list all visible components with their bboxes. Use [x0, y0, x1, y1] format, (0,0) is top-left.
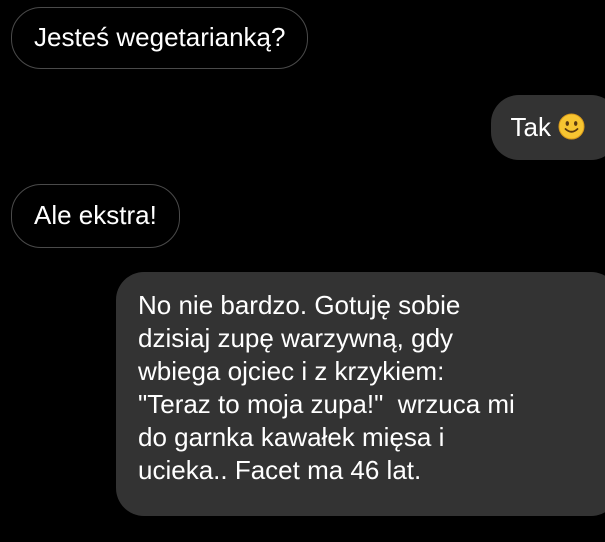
incoming-message-bubble[interactable]: Ale ekstra!	[11, 184, 180, 248]
message-text-line: dzisiaj zupę warzywną, gdy	[138, 323, 454, 353]
message-text-line: "Teraz to moja zupa!" wrzuca mi	[138, 389, 515, 419]
message-text: Tak	[510, 112, 551, 142]
message-text-line: do garnka kawałek mięsa i	[138, 422, 445, 452]
slightly-smiling-face-icon	[558, 113, 585, 140]
message-text-line: ucieka.. Facet ma 46 lat.	[138, 455, 422, 485]
outgoing-message-bubble[interactable]: Tak	[490, 95, 605, 160]
message-text-line: No nie bardzo. Gotuję sobie	[138, 290, 461, 320]
message-text: Ale ekstra!	[34, 200, 157, 230]
message-text-line: wbiega ojciec i z krzykiem:	[138, 356, 445, 386]
outgoing-message-bubble[interactable]: No nie bardzo. Gotuję sobie dzisiaj zupę…	[116, 272, 605, 516]
incoming-message-bubble[interactable]: Jesteś wegetarianką?	[11, 7, 309, 69]
message-text: Jesteś wegetarianką?	[34, 22, 286, 52]
